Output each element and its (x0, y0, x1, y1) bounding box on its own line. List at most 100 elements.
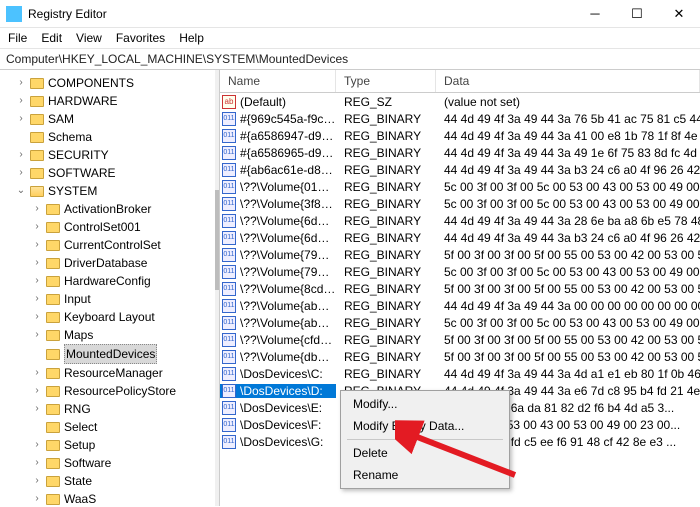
binary-value-icon: 011 (222, 112, 236, 126)
column-header-type[interactable]: Type (336, 70, 436, 92)
menu-file[interactable]: File (8, 31, 27, 45)
chevron-down-icon[interactable]: ⌄ (16, 182, 26, 200)
chevron-right-icon[interactable]: › (16, 146, 26, 164)
folder-icon (30, 114, 44, 125)
menu-item-modify-binary[interactable]: Modify Binary Data... (343, 415, 507, 437)
folder-icon (30, 78, 44, 89)
menu-favorites[interactable]: Favorites (116, 31, 165, 45)
value-name: \DosDevices\C: (238, 367, 336, 381)
tree-item-selected[interactable]: MountedDevices (32, 344, 219, 364)
value-row[interactable]: 011#{ab6ac61e-d8d8f-...REG_BINARY44 4d 4… (220, 161, 700, 178)
value-row[interactable]: 011\??\Volume{ab6a...REG_BINARY5c 00 3f … (220, 314, 700, 331)
column-header-data[interactable]: Data (436, 70, 700, 92)
value-data: 44 4d 49 4f 3a 49 44 3a b3 24 c6 a0 4f 9… (436, 231, 700, 245)
menu-view[interactable]: View (76, 31, 102, 45)
tree-item[interactable]: Schema (16, 128, 219, 146)
tree-item[interactable]: ›HARDWARE (16, 92, 219, 110)
value-name: \??\Volume{0179a... (238, 180, 336, 194)
binary-value-icon: 011 (222, 265, 236, 279)
tree-item[interactable]: ›SAM (16, 110, 219, 128)
value-row[interactable]: 011\??\Volume{7938f...REG_BINARY5c 00 3f… (220, 263, 700, 280)
value-row[interactable]: 011\??\Volume{7938f...REG_BINARY5f 00 3f… (220, 246, 700, 263)
tree-item[interactable]: › Input (32, 290, 219, 308)
address-bar[interactable]: Computer\HKEY_LOCAL_MACHINE\SYSTEM\Mount… (0, 49, 700, 70)
value-row[interactable]: 011\??\Volume{8cd9...REG_BINARY5f 00 3f … (220, 280, 700, 297)
value-row[interactable]: 011\??\Volume{0179a...REG_BINARY5c 00 3f… (220, 178, 700, 195)
binary-value-icon: 011 (222, 435, 236, 449)
binary-value-icon: 011 (222, 418, 236, 432)
tree-label: Input (64, 290, 91, 308)
value-row[interactable]: 011#{969c545a-f9cd-...REG_BINARY44 4d 49… (220, 110, 700, 127)
chevron-right-icon[interactable]: › (32, 436, 42, 454)
chevron-right-icon[interactable]: › (32, 454, 42, 472)
tree-item[interactable]: ›Maps (32, 326, 219, 344)
tree-item[interactable]: ›ActivationBroker (32, 200, 219, 218)
tree-pane[interactable]: ›COMPONENTS ›HARDWARE ›SAM Schema › SECUR… (0, 70, 220, 506)
tree-item[interactable]: ›ControlSet001 (32, 218, 219, 236)
binary-value-icon: 011 (222, 163, 236, 177)
chevron-right-icon[interactable]: › (16, 110, 26, 128)
binary-value-icon: 011 (222, 197, 236, 211)
value-row[interactable]: ab(Default)REG_SZ(value not set) (220, 93, 700, 110)
tree-label: SECURITY (48, 146, 109, 164)
chevron-right-icon[interactable]: › (32, 382, 42, 400)
chevron-right-icon[interactable]: › (32, 400, 42, 418)
tree-label: HardwareConfig (64, 272, 151, 290)
tree-item[interactable]: ›COMPONENTS (16, 74, 219, 92)
chevron-right-icon[interactable]: › (16, 74, 26, 92)
chevron-right-icon[interactable]: › (16, 164, 26, 182)
chevron-right-icon[interactable]: › (32, 308, 42, 326)
chevron-right-icon[interactable]: › (32, 200, 42, 218)
tree-item[interactable]: ⌄SYSTEM (16, 182, 219, 200)
chevron-right-icon[interactable]: › (32, 364, 42, 382)
tree-item[interactable]: ›RNG (32, 400, 219, 418)
menu-edit[interactable]: Edit (41, 31, 62, 45)
value-name: \DosDevices\E: (238, 401, 336, 415)
chevron-right-icon[interactable]: › (32, 490, 42, 506)
value-row[interactable]: 011\??\Volume{db08...REG_BINARY5f 00 3f … (220, 348, 700, 365)
tree-item[interactable]: ›ResourceManager (32, 364, 219, 382)
value-row[interactable]: 011\??\Volume{cfd65...REG_BINARY5f 00 3f… (220, 331, 700, 348)
menu-item-delete[interactable]: Delete (343, 442, 507, 464)
tree-item[interactable]: › SECURITY (16, 146, 219, 164)
tree-item[interactable]: ›SOFTWARE (16, 164, 219, 182)
tree-item[interactable]: ›Software (32, 454, 219, 472)
minimize-button[interactable]: ─ (574, 0, 616, 27)
binary-value-icon: 011 (222, 316, 236, 330)
chevron-right-icon[interactable]: › (16, 92, 26, 110)
menu-item-modify[interactable]: Modify... (343, 393, 507, 415)
binary-value-icon: 011 (222, 180, 236, 194)
window-title: Registry Editor (28, 7, 574, 21)
tree-item[interactable]: ›CurrentControlSet (32, 236, 219, 254)
value-row[interactable]: 011\??\Volume{6d5b...REG_BINARY44 4d 49 … (220, 212, 700, 229)
tree-item[interactable]: Select (32, 418, 219, 436)
value-row[interactable]: 011#{a6586965-d96e-...REG_BINARY44 4d 49… (220, 144, 700, 161)
tree-item[interactable]: ›ResourcePolicyStore (32, 382, 219, 400)
column-headers: Name Type Data (220, 70, 700, 93)
menu-help[interactable]: Help (179, 31, 204, 45)
chevron-right-icon[interactable]: › (32, 236, 42, 254)
tree-item[interactable]: ›DriverDatabase (32, 254, 219, 272)
close-button[interactable]: ✕ (658, 0, 700, 27)
value-row[interactable]: 011\DosDevices\C:REG_BINARY44 4d 49 4f 3… (220, 365, 700, 382)
chevron-right-icon[interactable]: › (32, 218, 42, 236)
chevron-right-icon[interactable]: › (32, 472, 42, 490)
value-row[interactable]: 011\??\Volume{3f86d...REG_BINARY5c 00 3f… (220, 195, 700, 212)
column-header-name[interactable]: Name (220, 70, 336, 92)
value-type: REG_BINARY (336, 265, 436, 279)
value-row[interactable]: 011\??\Volume{ab6a...REG_BINARY44 4d 49 … (220, 297, 700, 314)
chevron-right-icon[interactable]: › (32, 290, 42, 308)
menu-item-rename[interactable]: Rename (343, 464, 507, 486)
value-row[interactable]: 011#{a6586947-d96e-...REG_BINARY44 4d 49… (220, 127, 700, 144)
tree-item[interactable]: ›Keyboard Layout (32, 308, 219, 326)
folder-icon (46, 458, 60, 469)
tree-item[interactable]: ›Setup (32, 436, 219, 454)
chevron-right-icon[interactable]: › (32, 254, 42, 272)
tree-item[interactable]: › HardwareConfig (32, 272, 219, 290)
chevron-right-icon[interactable]: › (32, 272, 42, 290)
value-row[interactable]: 011\??\Volume{6d5b...REG_BINARY44 4d 49 … (220, 229, 700, 246)
chevron-right-icon[interactable]: › (32, 326, 42, 344)
tree-item[interactable]: ›WaaS (32, 490, 219, 506)
tree-item[interactable]: ›State (32, 472, 219, 490)
maximize-button[interactable]: ☐ (616, 0, 658, 27)
